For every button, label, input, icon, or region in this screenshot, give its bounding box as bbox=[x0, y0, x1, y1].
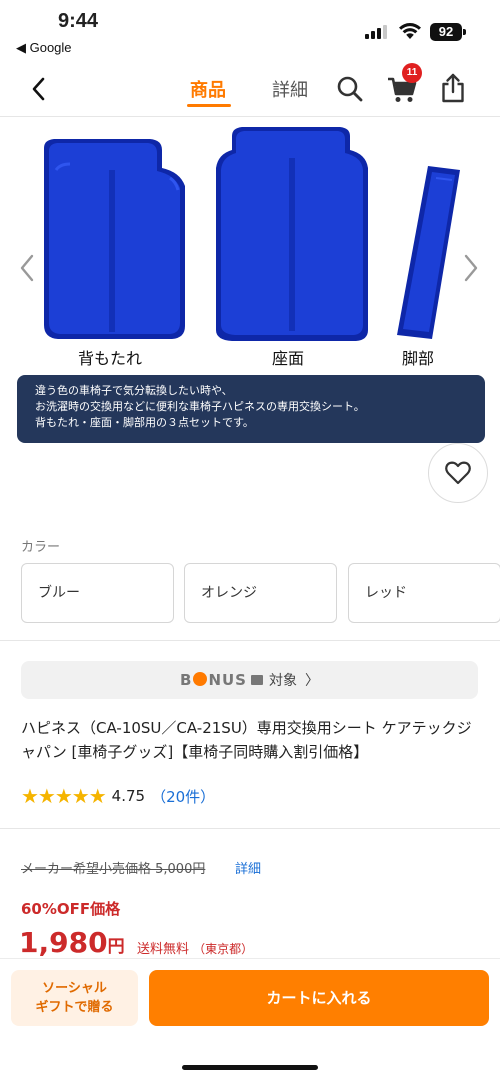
shipping-info: 送料無料 （東京都） bbox=[137, 938, 253, 957]
chevron-right-icon: 〉 bbox=[304, 673, 319, 689]
product-info-box: 違う色の車椅子で気分転換したい時や、 お洗濯時の交換用などに便利な車椅子ハピネス… bbox=[17, 375, 485, 443]
bonus-banner[interactable]: B NUS 対象〉 bbox=[21, 661, 478, 699]
price-detail-link[interactable]: 詳細 bbox=[235, 858, 261, 877]
color-option-blue[interactable]: ブルー bbox=[21, 563, 174, 623]
info-line-3: 背もたれ・座面・脚部用の３点セットです。 bbox=[35, 416, 254, 429]
favorite-button[interactable] bbox=[428, 443, 488, 503]
product-image-carousel[interactable]: 背もたれ 座面 脚部 違う色の車椅子で気分転換したい時や、 お洗濯時の交換用など… bbox=[0, 118, 500, 518]
section-divider bbox=[0, 640, 500, 641]
gift-line-1: ソーシャル bbox=[42, 981, 107, 996]
review-count-link[interactable]: （20件） bbox=[151, 786, 215, 807]
carousel-prev-icon[interactable] bbox=[18, 253, 36, 283]
cushion-set-image bbox=[44, 127, 460, 341]
share-icon[interactable] bbox=[440, 72, 466, 104]
shipping-label: 送料無料 bbox=[137, 942, 190, 957]
color-option-red[interactable]: レッド bbox=[348, 563, 500, 623]
tab-product[interactable]: 商品 bbox=[190, 76, 226, 102]
discount-label: 60%OFF価格 bbox=[21, 900, 121, 918]
sale-price: 1,980円 bbox=[19, 926, 125, 959]
bottom-action-bar: ソーシャル ギフトで贈る カートに入れる bbox=[0, 958, 500, 1080]
nav-bar: 商品 詳細 11 bbox=[0, 62, 500, 117]
active-tab-indicator bbox=[187, 104, 231, 107]
carousel-next-icon[interactable] bbox=[462, 253, 480, 283]
info-line-2: お洗濯時の交換用などに便利な車椅子ハピネスの専用交換シート。 bbox=[35, 400, 365, 413]
back-chevron-icon[interactable] bbox=[28, 76, 50, 102]
shipping-region: （東京都） bbox=[193, 942, 254, 956]
social-gift-button[interactable]: ソーシャル ギフトで贈る bbox=[11, 970, 138, 1026]
rating-row[interactable]: ★★★★★ 4.75 （20件） bbox=[21, 784, 215, 808]
wifi-icon bbox=[399, 23, 421, 39]
caption-backrest: 背もたれ bbox=[78, 349, 143, 368]
caption-leg: 脚部 bbox=[402, 349, 435, 368]
back-to-google-link[interactable]: ◀ Google bbox=[16, 40, 72, 56]
gift-line-2: ギフトで贈る bbox=[35, 1000, 114, 1015]
status-bar: 9:44 ◀ Google 92 bbox=[0, 0, 500, 62]
bonus-card-icon bbox=[250, 675, 263, 685]
search-icon[interactable] bbox=[336, 75, 364, 103]
cellular-signal-icon bbox=[365, 25, 387, 39]
product-title: ハピネス（CA-10SU／CA-21SU）専用交換用シート ケアテックジャパン … bbox=[21, 719, 472, 761]
info-line-1: 違う色の車椅子で気分転換したい時や、 bbox=[35, 384, 233, 397]
bonus-target-label: 対象 bbox=[268, 673, 297, 689]
status-time: 9:44 bbox=[58, 10, 99, 32]
rating-stars-icon: ★★★★★ bbox=[21, 784, 107, 808]
home-indicator[interactable] bbox=[182, 1065, 318, 1070]
tab-detail[interactable]: 詳細 bbox=[272, 76, 308, 102]
color-option-orange[interactable]: オレンジ bbox=[184, 563, 337, 623]
section-divider bbox=[0, 828, 500, 829]
color-section-label: カラー bbox=[21, 540, 61, 555]
caption-seat: 座面 bbox=[272, 349, 305, 368]
list-price: メーカー希望小売価格 5,000円 bbox=[21, 862, 206, 877]
add-to-cart-button[interactable]: カートに入れる bbox=[149, 970, 489, 1026]
heart-icon bbox=[445, 461, 471, 485]
battery-indicator: 92 bbox=[430, 23, 462, 41]
cart-count-badge: 11 bbox=[402, 63, 422, 83]
battery-tip bbox=[463, 29, 466, 35]
bonus-logo: B NUS bbox=[180, 671, 247, 689]
sale-price-currency: 円 bbox=[107, 937, 125, 957]
rating-value: 4.75 bbox=[111, 787, 146, 805]
sale-price-value: 1,980 bbox=[19, 926, 108, 959]
